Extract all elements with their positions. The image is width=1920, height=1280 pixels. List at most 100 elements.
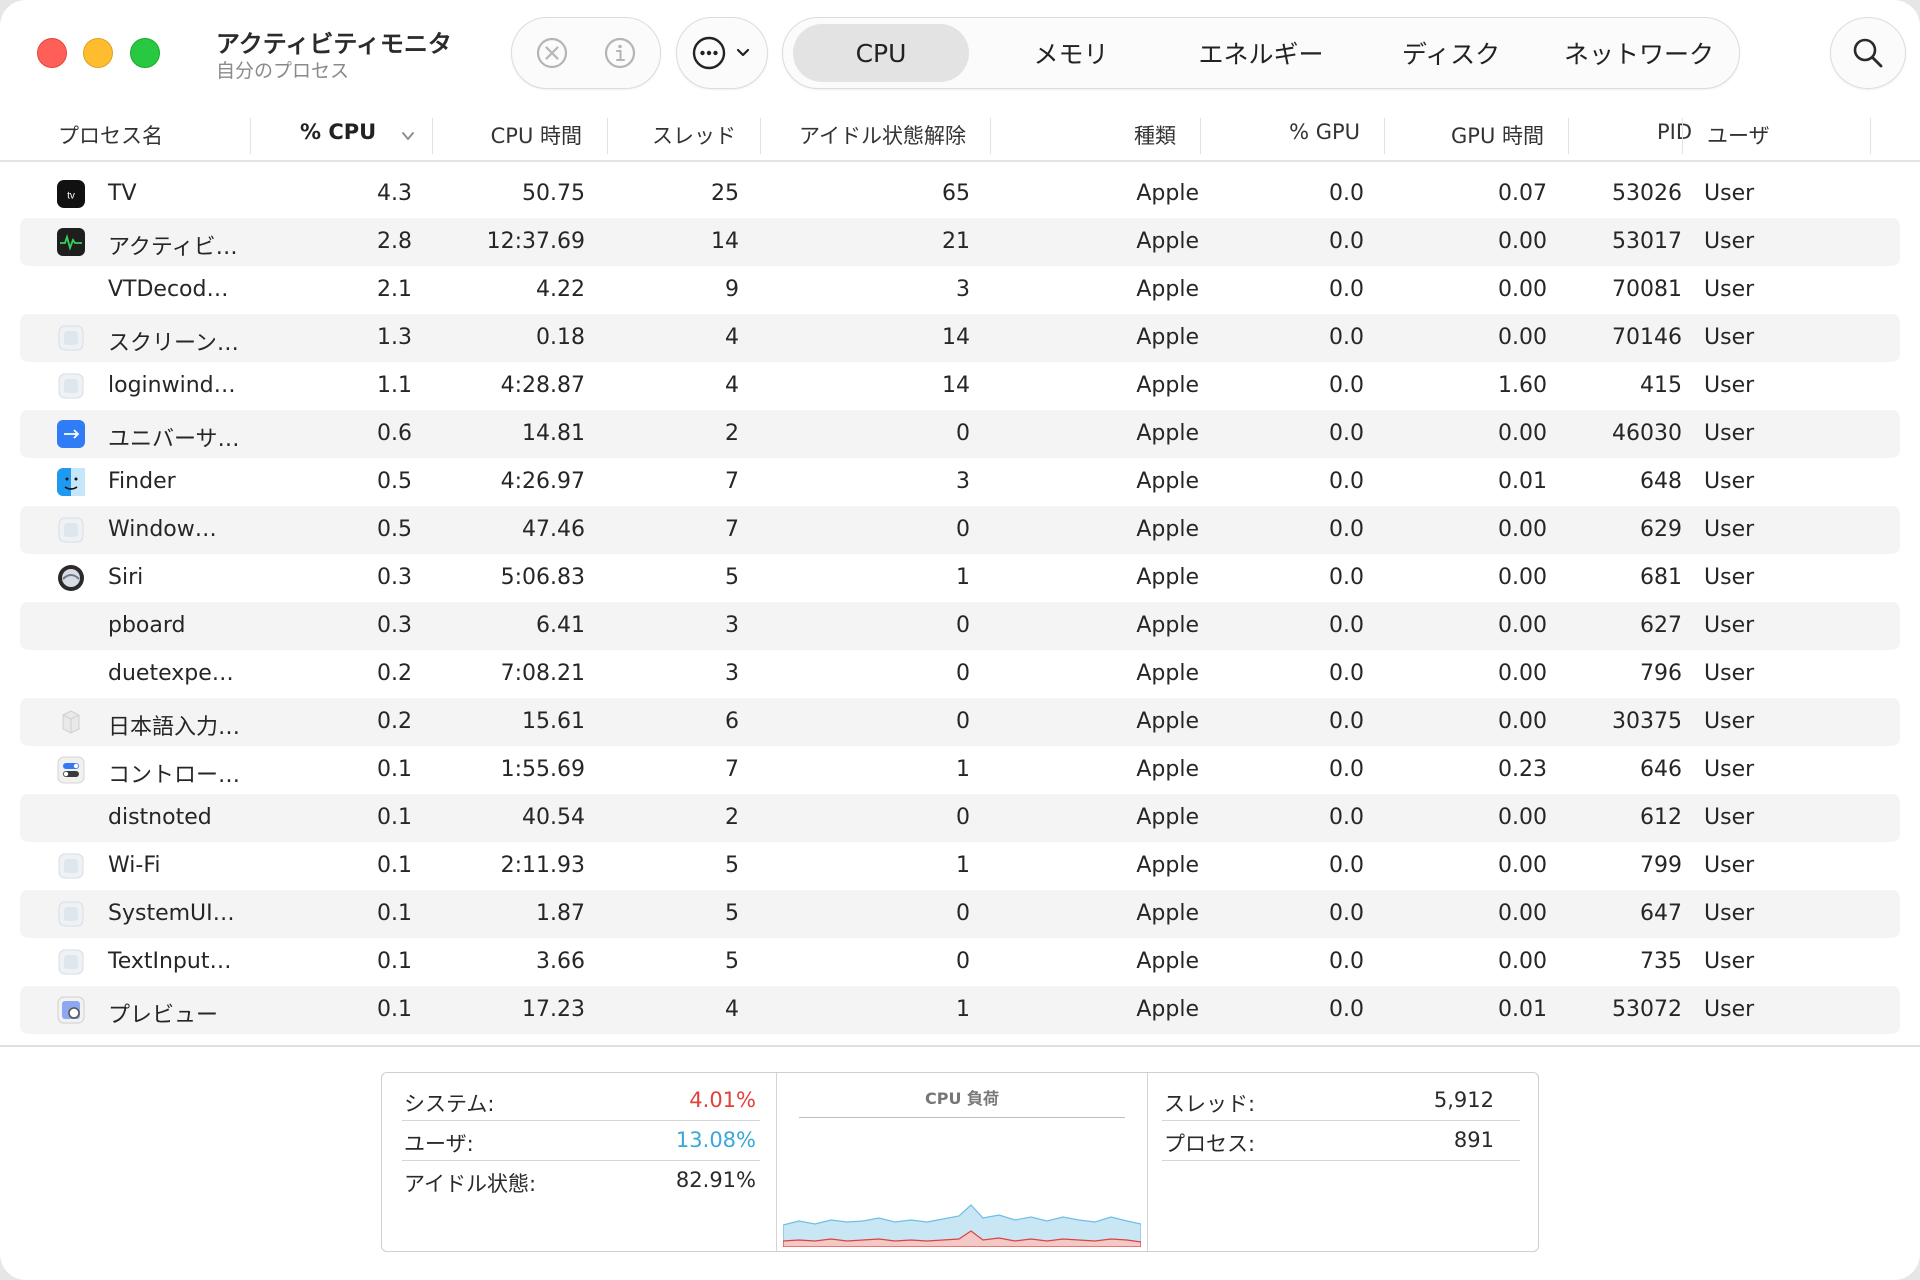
table-row[interactable]: 日本語入力… 0.2 15.61 6 0 Apple 0.0 0.00 30375 User bbox=[20, 698, 1900, 746]
generic-app-icon bbox=[57, 948, 85, 976]
column-separator[interactable] bbox=[1682, 118, 1683, 154]
minimize-window-button[interactable] bbox=[83, 38, 113, 68]
zoom-window-button[interactable] bbox=[130, 38, 160, 68]
cpu-percent-cell: 1.3 bbox=[377, 325, 412, 350]
tab-cpu[interactable]: CPU bbox=[793, 24, 969, 82]
activity-monitor-window: アクティビティモニタ 自分のプロセス CPU メモリ エネルギー ディスク ネッ… bbox=[0, 0, 1920, 1280]
threads-cell: 7 bbox=[725, 469, 739, 494]
gpu-percent-cell: 0.0 bbox=[1329, 613, 1364, 638]
gpu-time-cell: 0.00 bbox=[1498, 901, 1547, 926]
column-gpu-time[interactable]: GPU 時間 bbox=[1384, 120, 1544, 150]
info-circle-icon bbox=[604, 37, 636, 69]
panel-separator bbox=[1147, 1073, 1148, 1251]
table-row[interactable]: pboard 0.3 6.41 3 0 Apple 0.0 0.00 627 User bbox=[20, 602, 1900, 650]
idle-wakeups-cell: 1 bbox=[956, 997, 970, 1022]
table-row[interactable]: コントロー… 0.1 1:55.69 7 1 Apple 0.0 0.23 646 User bbox=[20, 746, 1900, 794]
table-row[interactable]: スクリーン… 1.3 0.18 4 14 Apple 0.0 0.00 70146 User bbox=[20, 314, 1900, 362]
process-name-cell: 日本語入力… bbox=[108, 715, 241, 740]
table-row[interactable]: ユニバーサ… 0.6 14.81 2 0 Apple 0.0 0.00 46030 User bbox=[20, 410, 1900, 458]
table-row[interactable]: Siri 0.3 5:06.83 5 1 Apple 0.0 0.00 681 User bbox=[20, 554, 1900, 602]
table-row[interactable]: duetexpe… 0.2 7:08.21 3 0 Apple 0.0 0.00 796 User bbox=[20, 650, 1900, 698]
divider-line bbox=[1162, 1160, 1520, 1161]
table-row[interactable]: VTDecod… 2.1 4.22 9 3 Apple 0.0 0.00 70081 User bbox=[20, 266, 1900, 314]
gpu-time-cell: 0.00 bbox=[1498, 421, 1547, 446]
more-actions-button[interactable] bbox=[676, 17, 768, 89]
toolbar: アクティビティモニタ 自分のプロセス CPU メモリ エネルギー ディスク ネッ… bbox=[0, 0, 1920, 108]
process-name-cell: アクティビ… bbox=[108, 235, 238, 260]
cpu-time-cell: 0.18 bbox=[536, 325, 585, 350]
column-threads[interactable]: スレッド bbox=[607, 120, 736, 150]
tab-network[interactable]: ネットワーク bbox=[1549, 24, 1729, 82]
column-separator[interactable] bbox=[1870, 118, 1871, 154]
tab-disk[interactable]: ディスク bbox=[1363, 24, 1539, 82]
search-button[interactable] bbox=[1830, 17, 1906, 89]
kind-cell: Apple bbox=[1136, 805, 1199, 830]
kind-cell: Apple bbox=[1136, 373, 1199, 398]
threads-cell: 5 bbox=[725, 949, 739, 974]
pid-cell: 70081 bbox=[1612, 277, 1682, 302]
table-row[interactable]: tv TV 4.3 50.75 25 65 Apple 0.0 0.07 53026 User bbox=[20, 170, 1900, 218]
process-name-cell: pboard bbox=[108, 613, 186, 638]
cpu-time-cell: 1:55.69 bbox=[500, 757, 585, 782]
pid-cell: 648 bbox=[1640, 469, 1682, 494]
tab-energy[interactable]: エネルギー bbox=[1173, 24, 1349, 82]
table-row[interactable]: アクティビ… 2.8 12:37.69 14 21 Apple 0.0 0.00 53017 Us… bbox=[20, 218, 1900, 266]
user-cell: User bbox=[1704, 565, 1755, 590]
cpu-time-cell: 3.66 bbox=[536, 949, 585, 974]
gpu-time-cell: 0.23 bbox=[1498, 757, 1547, 782]
sort-descending-chevron-icon[interactable] bbox=[401, 130, 415, 142]
cpu-percent-cell: 0.6 bbox=[377, 421, 412, 446]
svg-text:tv: tv bbox=[67, 191, 75, 202]
column-process-name[interactable]: プロセス名 bbox=[58, 120, 163, 150]
table-row[interactable]: Window… 0.5 47.46 7 0 Apple 0.0 0.00 629 User bbox=[20, 506, 1900, 554]
cpu-time-cell: 17.23 bbox=[522, 997, 585, 1022]
inspect-process-button[interactable] bbox=[600, 33, 640, 73]
cpu-time-cell: 15.61 bbox=[522, 709, 585, 734]
close-window-button[interactable] bbox=[37, 38, 67, 68]
column-gpu-percent[interactable]: % GPU bbox=[1200, 120, 1360, 144]
column-idle-wakeups[interactable]: アイドル状態解除 bbox=[760, 120, 966, 150]
cpu-percent-cell: 0.1 bbox=[377, 949, 412, 974]
column-cpu-time[interactable]: CPU 時間 bbox=[432, 120, 582, 150]
user-cell: User bbox=[1704, 901, 1755, 926]
stop-process-button[interactable] bbox=[532, 33, 572, 73]
user-cell: User bbox=[1704, 277, 1755, 302]
threads-cell: 25 bbox=[711, 181, 739, 206]
window-subtitle[interactable]: 自分のプロセス bbox=[216, 56, 349, 83]
pid-cell: 70146 bbox=[1612, 325, 1682, 350]
idle-wakeups-cell: 1 bbox=[956, 565, 970, 590]
idle-wakeups-cell: 0 bbox=[956, 517, 970, 542]
column-kind[interactable]: 種類 bbox=[990, 120, 1176, 150]
column-pid[interactable]: PID bbox=[1568, 120, 1692, 144]
user-cell: User bbox=[1704, 469, 1755, 494]
process-name-cell: TV bbox=[108, 181, 137, 206]
column-cpu-percent[interactable]: % CPU bbox=[300, 120, 376, 144]
user-cell: User bbox=[1704, 373, 1755, 398]
table-row[interactable]: SystemUI… 0.1 1.87 5 0 Apple 0.0 0.00 647 User bbox=[20, 890, 1900, 938]
table-row[interactable]: Wi-Fi 0.1 2:11.93 5 1 Apple 0.0 0.00 799 User bbox=[20, 842, 1900, 890]
window-title: アクティビティモニタ bbox=[216, 30, 452, 58]
cpu-time-cell: 47.46 bbox=[522, 517, 585, 542]
table-row[interactable]: Finder 0.5 4:26.97 7 3 Apple 0.0 0.01 648 User bbox=[20, 458, 1900, 506]
idle-wakeups-cell: 0 bbox=[956, 949, 970, 974]
process-name-cell: ユニバーサ… bbox=[108, 427, 240, 452]
column-separator[interactable] bbox=[250, 118, 251, 154]
cpu-percent-cell: 0.3 bbox=[377, 565, 412, 590]
column-user[interactable]: ユーザ bbox=[1707, 120, 1770, 150]
tab-memory[interactable]: メモリ bbox=[983, 24, 1159, 82]
table-row[interactable]: TextInput… 0.1 3.66 5 0 Apple 0.0 0.00 735 User bbox=[20, 938, 1900, 986]
cpu-time-cell: 4.22 bbox=[536, 277, 585, 302]
gpu-percent-cell: 0.0 bbox=[1329, 757, 1364, 782]
magnifyingglass-icon bbox=[1853, 38, 1883, 68]
idle-wakeups-cell: 0 bbox=[956, 613, 970, 638]
process-name-cell: Window… bbox=[108, 517, 217, 542]
table-row[interactable]: loginwind… 1.1 4:28.87 4 14 Apple 0.0 1.60 415 Us… bbox=[20, 362, 1900, 410]
pid-cell: 681 bbox=[1640, 565, 1682, 590]
user-cell: User bbox=[1704, 229, 1755, 254]
cpu-load-chart: CPU 負荷 bbox=[777, 1073, 1147, 1251]
table-row[interactable]: プレビュー 0.1 17.23 4 1 Apple 0.0 0.01 53072 User bbox=[20, 986, 1900, 1034]
table-row[interactable]: distnoted 0.1 40.54 2 0 Apple 0.0 0.00 612 User bbox=[20, 794, 1900, 842]
generic-app-icon bbox=[57, 852, 85, 880]
gpu-time-cell: 0.00 bbox=[1498, 661, 1547, 686]
process-name-cell: プレビュー bbox=[108, 1003, 219, 1028]
